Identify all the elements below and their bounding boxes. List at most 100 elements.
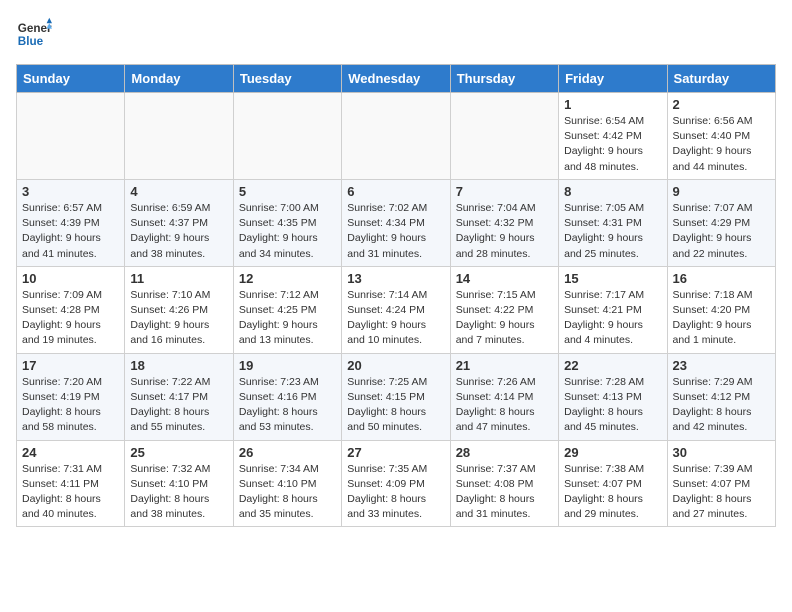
day-info: Sunrise: 7:25 AM Sunset: 4:15 PM Dayligh… — [347, 375, 444, 436]
day-number: 10 — [22, 271, 119, 286]
day-info: Sunrise: 7:12 AM Sunset: 4:25 PM Dayligh… — [239, 288, 336, 349]
calendar-day-cell — [233, 93, 341, 180]
day-number: 6 — [347, 184, 444, 199]
day-info: Sunrise: 7:20 AM Sunset: 4:19 PM Dayligh… — [22, 375, 119, 436]
day-number: 7 — [456, 184, 553, 199]
day-info: Sunrise: 6:57 AM Sunset: 4:39 PM Dayligh… — [22, 201, 119, 262]
calendar-day-cell — [342, 93, 450, 180]
weekday-header-cell: Saturday — [667, 65, 775, 93]
calendar-day-cell: 27Sunrise: 7:35 AM Sunset: 4:09 PM Dayli… — [342, 440, 450, 527]
calendar-day-cell: 12 Sunrise: 7:12 AM Sunset: 4:25 PM Dayli… — [233, 266, 341, 353]
calendar-day-cell: 28 Sunrise: 7:37 AM Sunset: 4:08 PM Dayli… — [450, 440, 558, 527]
day-number: 12 — [239, 271, 336, 286]
day-info: Sunrise: 7:02 AM Sunset: 4:34 PM Dayligh… — [347, 201, 444, 262]
calendar-day-cell: 9 Sunrise: 7:07 AM Sunset: 4:29 PM Daylig… — [667, 179, 775, 266]
day-info: Sunrise: 7:39 AM Sunset: 4:07 PM Dayligh… — [673, 462, 770, 523]
calendar-week-row: 24 Sunrise: 7:31 AM Sunset: 4:11 PM Dayli… — [17, 440, 776, 527]
day-info: Sunrise: 6:54 AM Sunset: 4:42 PM Dayligh… — [564, 114, 661, 175]
logo-icon: General Blue — [16, 16, 52, 52]
day-number: 26 — [239, 445, 336, 460]
weekday-header-cell: Thursday — [450, 65, 558, 93]
day-number: 15 — [564, 271, 661, 286]
calendar-day-cell: 26 Sunrise: 7:34 AM Sunset: 4:10 PM Dayli… — [233, 440, 341, 527]
weekday-header-row: SundayMondayTuesdayWednesdayThursdayFrid… — [17, 65, 776, 93]
day-number: 3 — [22, 184, 119, 199]
day-number: 22 — [564, 358, 661, 373]
day-info: Sunrise: 7:10 AM Sunset: 4:26 PM Dayligh… — [130, 288, 227, 349]
day-number: 24 — [22, 445, 119, 460]
calendar-day-cell: 15 Sunrise: 7:17 AM Sunset: 4:21 PM Dayli… — [559, 266, 667, 353]
day-number: 9 — [673, 184, 770, 199]
svg-text:General: General — [18, 22, 52, 35]
day-number: 2 — [673, 97, 770, 112]
calendar-day-cell: 30 Sunrise: 7:39 AM Sunset: 4:07 PM Dayli… — [667, 440, 775, 527]
svg-text:Blue: Blue — [18, 35, 44, 48]
calendar-day-cell — [17, 93, 125, 180]
calendar-day-cell: 8 Sunrise: 7:05 AM Sunset: 4:31 PM Daylig… — [559, 179, 667, 266]
calendar-day-cell: 3 Sunrise: 6:57 AM Sunset: 4:39 PM Daylig… — [17, 179, 125, 266]
day-number: 27 — [347, 445, 444, 460]
day-info: Sunrise: 7:14 AM Sunset: 4:24 PM Dayligh… — [347, 288, 444, 349]
day-number: 8 — [564, 184, 661, 199]
day-info: Sunrise: 7:17 AM Sunset: 4:21 PM Dayligh… — [564, 288, 661, 349]
day-info: Sunrise: 7:05 AM Sunset: 4:31 PM Dayligh… — [564, 201, 661, 262]
day-number: 16 — [673, 271, 770, 286]
day-number: 17 — [22, 358, 119, 373]
calendar-day-cell: 21Sunrise: 7:26 AM Sunset: 4:14 PM Dayli… — [450, 353, 558, 440]
calendar-day-cell: 17 Sunrise: 7:20 AM Sunset: 4:19 PM Dayli… — [17, 353, 125, 440]
day-info: Sunrise: 7:34 AM Sunset: 4:10 PM Dayligh… — [239, 462, 336, 523]
calendar-day-cell — [125, 93, 233, 180]
calendar-day-cell: 1 Sunrise: 6:54 AM Sunset: 4:42 PM Daylig… — [559, 93, 667, 180]
day-number: 11 — [130, 271, 227, 286]
calendar-day-cell: 13 Sunrise: 7:14 AM Sunset: 4:24 PM Dayli… — [342, 266, 450, 353]
calendar-day-cell: 14 Sunrise: 7:15 AM Sunset: 4:22 PM Dayli… — [450, 266, 558, 353]
calendar-week-row: 17 Sunrise: 7:20 AM Sunset: 4:19 PM Dayli… — [17, 353, 776, 440]
calendar-day-cell: 6 Sunrise: 7:02 AM Sunset: 4:34 PM Daylig… — [342, 179, 450, 266]
calendar-day-cell: 23Sunrise: 7:29 AM Sunset: 4:12 PM Dayli… — [667, 353, 775, 440]
day-info: Sunrise: 6:59 AM Sunset: 4:37 PM Dayligh… — [130, 201, 227, 262]
calendar-week-row: 1 Sunrise: 6:54 AM Sunset: 4:42 PM Daylig… — [17, 93, 776, 180]
calendar-day-cell: 10 Sunrise: 7:09 AM Sunset: 4:28 PM Dayli… — [17, 266, 125, 353]
calendar-day-cell: 5Sunrise: 7:00 AM Sunset: 4:35 PM Daylig… — [233, 179, 341, 266]
day-number: 18 — [130, 358, 227, 373]
calendar-day-cell: 16Sunrise: 7:18 AM Sunset: 4:20 PM Dayli… — [667, 266, 775, 353]
calendar-day-cell: 19Sunrise: 7:23 AM Sunset: 4:16 PM Dayli… — [233, 353, 341, 440]
weekday-header-cell: Friday — [559, 65, 667, 93]
day-info: Sunrise: 7:04 AM Sunset: 4:32 PM Dayligh… — [456, 201, 553, 262]
day-info: Sunrise: 6:56 AM Sunset: 4:40 PM Dayligh… — [673, 114, 770, 175]
day-info: Sunrise: 7:22 AM Sunset: 4:17 PM Dayligh… — [130, 375, 227, 436]
day-number: 28 — [456, 445, 553, 460]
day-number: 23 — [673, 358, 770, 373]
day-info: Sunrise: 7:31 AM Sunset: 4:11 PM Dayligh… — [22, 462, 119, 523]
day-info: Sunrise: 7:09 AM Sunset: 4:28 PM Dayligh… — [22, 288, 119, 349]
calendar-day-cell: 22 Sunrise: 7:28 AM Sunset: 4:13 PM Dayli… — [559, 353, 667, 440]
day-info: Sunrise: 7:32 AM Sunset: 4:10 PM Dayligh… — [130, 462, 227, 523]
day-number: 14 — [456, 271, 553, 286]
weekday-header-cell: Wednesday — [342, 65, 450, 93]
day-info: Sunrise: 7:37 AM Sunset: 4:08 PM Dayligh… — [456, 462, 553, 523]
day-number: 30 — [673, 445, 770, 460]
calendar-day-cell — [450, 93, 558, 180]
day-info: Sunrise: 7:15 AM Sunset: 4:22 PM Dayligh… — [456, 288, 553, 349]
day-info: Sunrise: 7:00 AM Sunset: 4:35 PM Dayligh… — [239, 201, 336, 262]
weekday-header-cell: Sunday — [17, 65, 125, 93]
calendar-week-row: 10 Sunrise: 7:09 AM Sunset: 4:28 PM Dayli… — [17, 266, 776, 353]
day-info: Sunrise: 7:23 AM Sunset: 4:16 PM Dayligh… — [239, 375, 336, 436]
day-info: Sunrise: 7:28 AM Sunset: 4:13 PM Dayligh… — [564, 375, 661, 436]
day-number: 13 — [347, 271, 444, 286]
calendar-day-cell: 2 Sunrise: 6:56 AM Sunset: 4:40 PM Daylig… — [667, 93, 775, 180]
calendar-day-cell: 24 Sunrise: 7:31 AM Sunset: 4:11 PM Dayli… — [17, 440, 125, 527]
day-number: 4 — [130, 184, 227, 199]
day-info: Sunrise: 7:07 AM Sunset: 4:29 PM Dayligh… — [673, 201, 770, 262]
day-info: Sunrise: 7:38 AM Sunset: 4:07 PM Dayligh… — [564, 462, 661, 523]
calendar-day-cell: 4 Sunrise: 6:59 AM Sunset: 4:37 PM Daylig… — [125, 179, 233, 266]
calendar-body: 1 Sunrise: 6:54 AM Sunset: 4:42 PM Daylig… — [17, 93, 776, 527]
weekday-header-cell: Tuesday — [233, 65, 341, 93]
calendar-day-cell: 20Sunrise: 7:25 AM Sunset: 4:15 PM Dayli… — [342, 353, 450, 440]
calendar-day-cell: 25Sunrise: 7:32 AM Sunset: 4:10 PM Dayli… — [125, 440, 233, 527]
logo: General Blue — [16, 16, 52, 52]
day-number: 1 — [564, 97, 661, 112]
calendar-day-cell: 11 Sunrise: 7:10 AM Sunset: 4:26 PM Dayli… — [125, 266, 233, 353]
page-header: General Blue — [16, 16, 776, 52]
day-info: Sunrise: 7:26 AM Sunset: 4:14 PM Dayligh… — [456, 375, 553, 436]
